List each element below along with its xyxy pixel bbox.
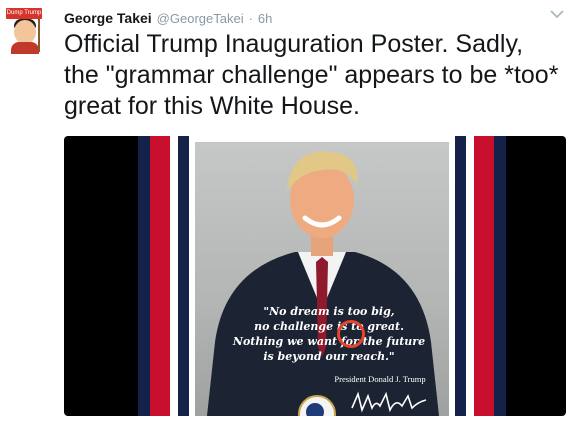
tweet-header: George Takei @GeorgeTakei · 6h xyxy=(64,8,272,28)
avatar-face xyxy=(14,20,36,44)
quote-line: Nothing we want for the future xyxy=(232,335,426,348)
poster-border-navy-right xyxy=(494,136,506,416)
error-circle-annotation xyxy=(337,320,365,348)
tweet-text: Official Trump Inauguration Poster. Sadl… xyxy=(64,30,559,120)
signature xyxy=(351,391,427,413)
poster-border-red-right xyxy=(474,136,494,416)
quote-line: "No dream is too big, xyxy=(263,305,395,318)
poster-border-red-left xyxy=(150,136,170,416)
quote-line: no challenge is to great. xyxy=(254,320,404,333)
avatar[interactable]: Dump Trump xyxy=(6,8,46,54)
poster-border-navy-left xyxy=(138,136,150,416)
tweet-media-image[interactable]: "No dream is too big, no challenge is to… xyxy=(64,136,566,416)
avatar-shirt xyxy=(11,42,39,54)
poster-border-white-right xyxy=(466,136,474,416)
poster-border-white-left xyxy=(170,136,178,416)
poster: "No dream is too big, no challenge is to… xyxy=(189,136,455,416)
poster-quote: "No dream is too big, no challenge is to… xyxy=(219,304,439,364)
avatar-sign: Dump Trump xyxy=(6,8,42,19)
author-name[interactable]: George Takei xyxy=(64,10,152,26)
poster-border-navy-inner-left xyxy=(178,136,189,416)
quote-line: is beyond our reach." xyxy=(263,350,395,363)
tweet-timestamp[interactable]: 6h xyxy=(258,11,272,26)
poster-photo: "No dream is too big, no challenge is to… xyxy=(195,142,449,416)
poster-attribution: President Donald J. Trump xyxy=(334,374,426,384)
header-separator: · xyxy=(248,10,253,26)
author-handle[interactable]: @GeorgeTakei xyxy=(157,11,244,26)
caret-down-icon[interactable] xyxy=(550,9,564,19)
avatar-sign-stick xyxy=(38,18,40,52)
